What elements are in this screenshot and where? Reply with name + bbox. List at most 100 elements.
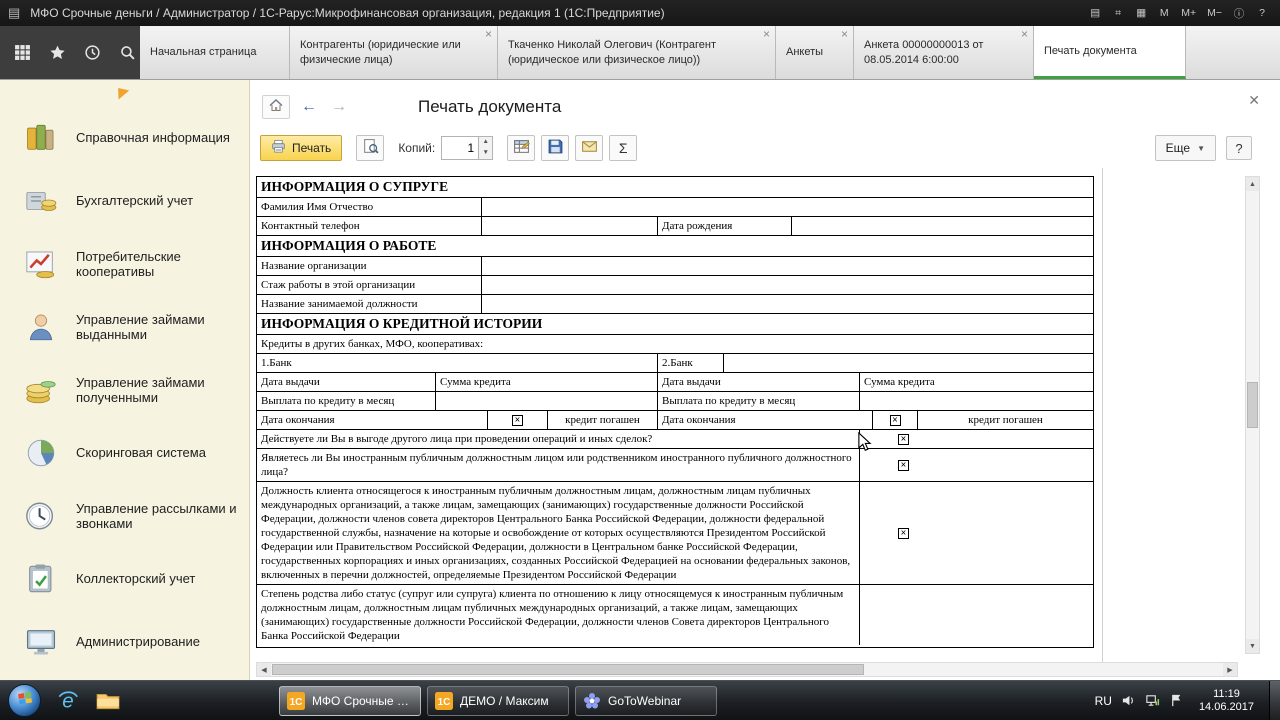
back-button[interactable]: ← [296,95,322,119]
calculator-icon[interactable]: ⌗ [1108,4,1128,22]
tab-label: Анкета 00000000013 от 08.05.2014 6:00:00 [864,39,984,66]
sidebar-item-collection[interactable]: Коллекторский учет [0,547,249,610]
taskbar-window-gotowebinar[interactable]: GoToWebinar [575,685,717,716]
memory-plus-icon[interactable]: M+ [1177,4,1200,22]
gtw-icon [583,692,601,710]
scroll-right-icon[interactable]: ▶ [1223,663,1237,676]
stepper-down-icon[interactable]: ▼ [479,148,492,159]
sidebar-item-scoring[interactable]: Скоринговая система [0,421,249,484]
table-cell: ИНФОРМАЦИЯ О КРЕДИТНОЙ ИСТОРИИ [261,316,543,331]
taskbar-window-label: ДЕМО / Максим [460,693,549,708]
tab-close-icon[interactable]: × [763,28,770,40]
favorites-star-icon[interactable] [49,44,66,61]
scroll-up-icon[interactable]: ▲ [1246,177,1259,191]
table-cell [723,354,1093,372]
table-cell: Сумма кредита [859,373,1093,391]
checkbox-cell: × [859,482,1093,584]
forward-button[interactable]: → [326,95,352,119]
sidebar-item-accounting[interactable]: Бухгалтерский учет [0,169,249,232]
table-cell: 1.Банк [261,357,292,369]
tab-counterparties[interactable]: Контрагенты (юридические или физические … [290,26,498,79]
section-header-row: ИНФОРМАЦИЯ О РАБОТЕ [257,235,1093,256]
search-icon[interactable] [119,44,136,61]
sidebar-item-reference[interactable]: Справочная информация [0,106,249,169]
section-header-row: ИНФОРМАЦИЯ О КРЕДИТНОЙ ИСТОРИИ [257,313,1093,334]
tab-home[interactable]: Начальная страница [140,26,290,79]
vertical-scroll-thumb[interactable] [1247,382,1258,428]
svg-text:1C: 1C [438,697,451,708]
action-center-flag-icon[interactable] [1169,693,1184,708]
start-button[interactable] [8,684,41,717]
checkbox-cell: × [859,449,1093,481]
sidebar-item-loans-issued[interactable]: Управление займами выданными [0,295,249,358]
collapse-panel-arrow-icon[interactable] [112,83,130,100]
windows-logo-icon [16,689,34,712]
monitor-icon [22,625,60,659]
sidebar-item-label: Потребительские кооперативы [76,248,181,279]
taskbar-window-mfo[interactable]: 1C МФО Срочные д... [279,685,421,716]
sidebar-item-cooperatives[interactable]: Потребительские кооперативы [0,232,249,295]
sidebar-item-loans-received[interactable]: Управление займами полученными [0,358,249,421]
more-button[interactable]: Еще ▼ [1154,135,1216,161]
table-cell: Являетесь ли Вы иностранным публичным до… [261,452,852,478]
window-title: МФО Срочные деньги / Администратор / 1С-… [30,6,665,20]
main-panel: ← → Печать документа ✕ Печать Копий: ▲ ▼ [250,80,1280,680]
table-cell [481,198,1093,216]
copies-input[interactable] [441,136,480,160]
main-menu-icon[interactable]: ▤ [8,5,20,21]
internet-explorer-icon[interactable]: e [55,688,81,714]
taskbar-window-demo[interactable]: 1C ДЕМО / Максим [427,685,569,716]
network-icon[interactable] [1145,693,1160,708]
history-clock-icon[interactable] [84,44,101,61]
tab-questionnaires[interactable]: Анкеты × [776,26,854,79]
checkbox-cell: × [872,411,917,429]
horizontal-scroll-thumb[interactable] [272,664,864,675]
email-button[interactable] [575,135,604,161]
tab-contact[interactable]: Ткаченко Николай Олегович (Контрагент (ю… [498,26,776,79]
save-button[interactable] [541,135,570,161]
dropdown-arrow-icon: ▼ [1197,143,1205,153]
table-cell: Дата рождения [657,217,791,235]
tab-close-icon[interactable]: × [841,28,848,40]
vertical-scrollbar[interactable]: ▲ ▼ [1245,176,1260,654]
tab-close-icon[interactable]: × [1021,28,1028,40]
tab-print-document[interactable]: Печать документа [1034,26,1186,79]
table-cell: Название организации [261,260,367,272]
volume-icon[interactable] [1121,693,1136,708]
checkbox-checked-icon: × [898,527,909,539]
scroll-left-icon[interactable]: ◀ [257,663,271,676]
tab-toolbar [0,26,140,79]
tab-close-icon[interactable]: × [485,28,492,40]
titlebar-help-icon[interactable]: ? [1252,4,1272,22]
table-cell: Выплата по кредиту в месяц [261,395,395,407]
print-preview-button[interactable] [356,135,385,161]
show-desktop-button[interactable] [1269,680,1280,720]
calendar-icon[interactable]: ▦ [1131,4,1151,22]
tab-label: Контрагенты (юридические или физические … [300,39,461,66]
sum-button[interactable]: Σ [609,135,638,161]
taskbar-window-label: МФО Срочные д... [312,693,413,708]
memory-minus-icon[interactable]: M− [1203,4,1226,22]
info-icon[interactable]: ⓘ [1229,4,1249,22]
memory-icon[interactable]: M [1154,4,1174,22]
printer-icon [271,139,286,157]
language-indicator[interactable]: RU [1095,694,1112,708]
tab-questionnaire-13[interactable]: Анкета 00000000013 от 08.05.2014 6:00:00… [854,26,1034,79]
sidebar-item-mailings[interactable]: Управление рассылками и звонками [0,484,249,547]
stepper-up-icon[interactable]: ▲ [479,137,492,148]
print-button[interactable]: Печать [260,135,343,161]
person-icon [22,310,60,344]
clock[interactable]: 11:19 14.06.2017 [1199,688,1254,714]
form-close-icon[interactable]: ✕ [1248,92,1260,109]
sidebar-item-label: Справочная информация [76,130,230,145]
apps-menu-icon[interactable] [14,44,31,61]
horizontal-scrollbar[interactable]: ◀ ▶ [256,662,1238,677]
home-button[interactable] [262,95,290,119]
table-settings-button[interactable] [507,135,536,161]
scroll-down-icon[interactable]: ▼ [1246,639,1259,653]
panels-icon[interactable]: ▤ [1085,4,1105,22]
copies-stepper-arrows: ▲ ▼ [479,136,494,160]
explorer-folder-icon[interactable] [95,688,121,714]
help-button[interactable]: ? [1226,136,1252,160]
sidebar-item-administration[interactable]: Администрирование [0,610,249,673]
